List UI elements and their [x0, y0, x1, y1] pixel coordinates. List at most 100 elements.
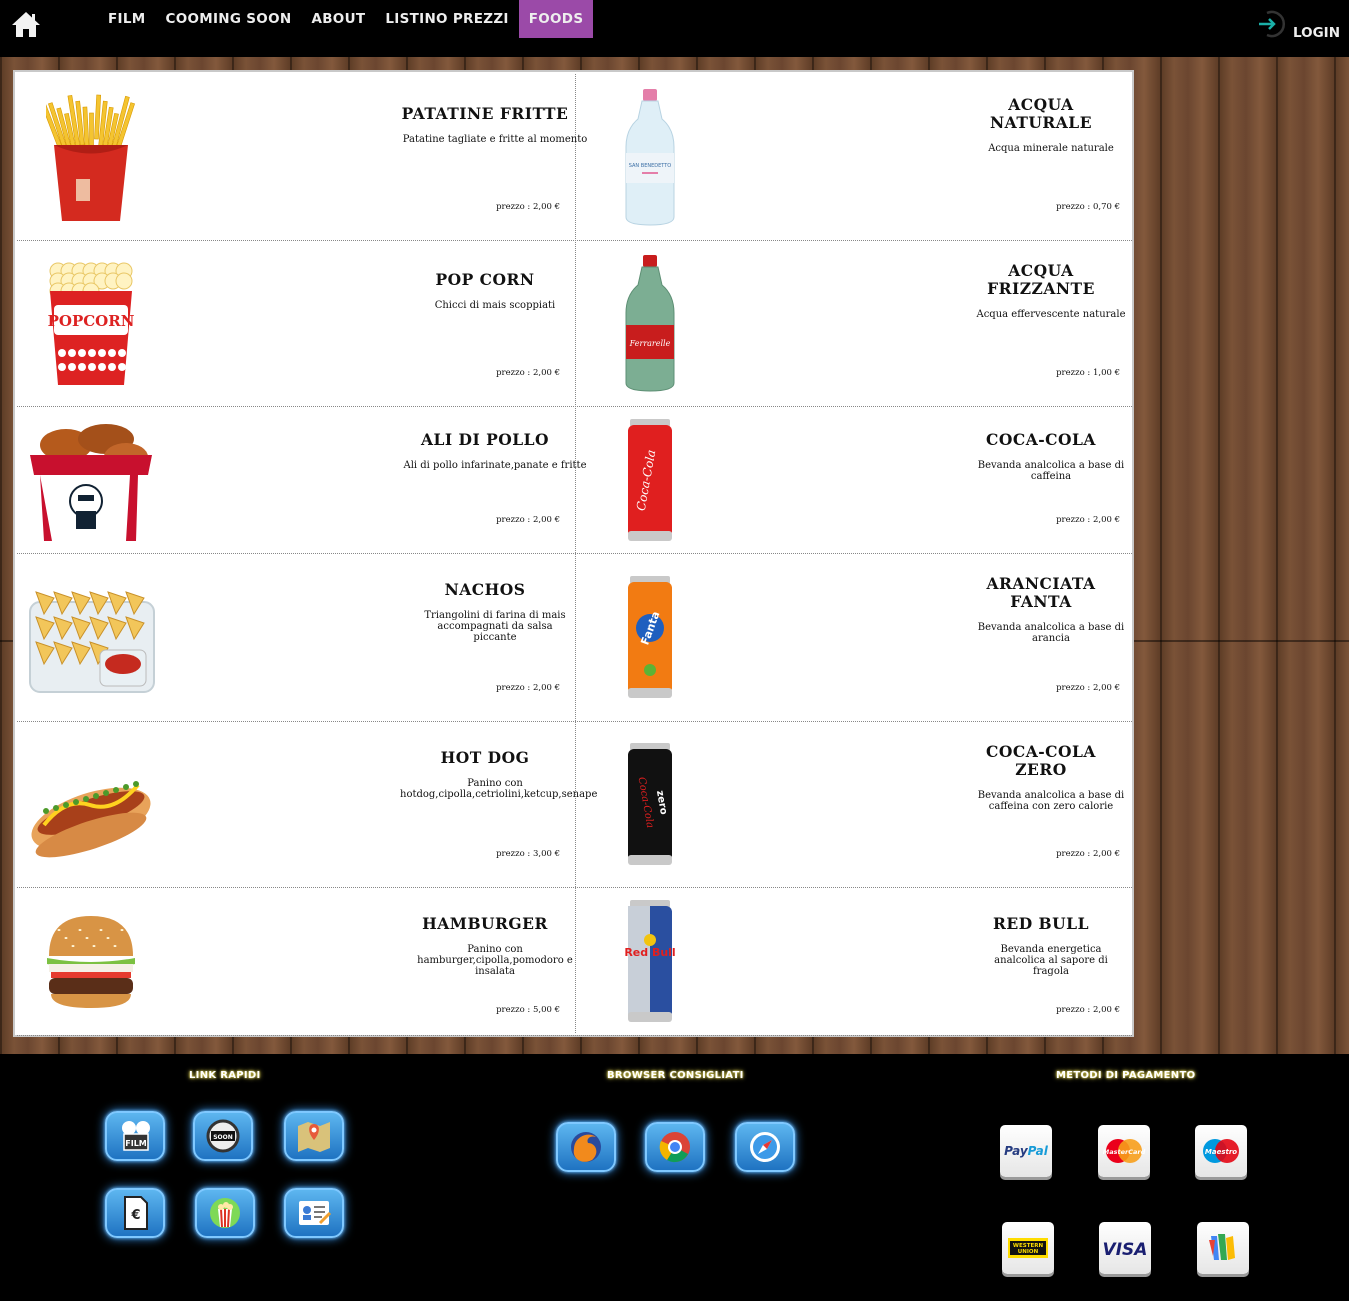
menu-item-foods[interactable]: FOODS [518, 0, 594, 38]
chicken-wings-image [26, 415, 156, 549]
drink-item: Coca-Cola COCA-COLA Bevanda analcolica a b… [576, 406, 1132, 553]
drink-description: Bevanda analcolica a base di caffeina [977, 460, 1125, 482]
food-price: prezzo : 2,00 € [496, 683, 560, 693]
popcorn-icon[interactable] [195, 1188, 255, 1238]
menu-item-listino-prezzi[interactable]: LISTINO PREZZI [375, 0, 518, 38]
drink-description: Bevanda energetica analcolica al sapore … [994, 944, 1108, 977]
svg-text:POPCORN: POPCORN [48, 312, 135, 330]
home-icon[interactable] [10, 10, 42, 40]
food-name: POP CORN [435, 270, 535, 289]
svg-text:Red Bull: Red Bull [625, 946, 675, 959]
drink-price: prezzo : 2,00 € [1056, 683, 1120, 693]
login-icon [1259, 10, 1285, 38]
drink-item: Ferrarelle ACQUA FRIZZANTE Acqua effervesc… [576, 240, 1132, 406]
coca-cola-can-image: Coca-Cola [625, 415, 675, 549]
red-bull-can-image: Red Bull [624, 896, 676, 1030]
drink-description: Acqua effervescente naturale [976, 309, 1126, 320]
footer: LINK RAPIDI BROWSER CONSIGLIATI METODI D… [0, 1054, 1349, 1301]
food-item: PATATINE FRITTE Patatine tagliate e fritt… [15, 74, 587, 240]
water-bottle-image: SAN BENEDETTO [620, 87, 680, 231]
drink-name: ACQUA FRIZZANTE [987, 261, 1095, 298]
google-wallet-logo [1197, 1222, 1249, 1274]
drink-description: Bevanda analcolica a base di caffeina co… [977, 790, 1125, 812]
login-label: LOGIN [1293, 25, 1340, 41]
row-separator [17, 1035, 1132, 1036]
svg-text:SOON: SOON [213, 1134, 233, 1141]
popcorn-image: POPCORN [36, 253, 146, 397]
menu-item-film[interactable]: FILM [98, 0, 155, 38]
food-description: Panino con hotdog,cipolla,cetriolini,ket… [400, 778, 598, 800]
link-rapidi-title: LINK RAPIDI [189, 1070, 261, 1081]
metodi-pagamento-title: METODI DI PAGAMENTO [1056, 1070, 1196, 1081]
drink-price: prezzo : 1,00 € [1056, 368, 1120, 378]
drink-name: ARANCIATA FANTA [986, 574, 1096, 611]
food-item: HOT DOG Panino con hotdog,cipolla,cetriol… [15, 721, 597, 887]
drink-price: prezzo : 2,00 € [1056, 1005, 1120, 1015]
western-union-logo: WESTERN UNION [1002, 1222, 1054, 1274]
safari-icon[interactable] [735, 1122, 795, 1172]
food-price: prezzo : 2,00 € [496, 202, 560, 212]
drink-name: COCA-COLA [986, 430, 1096, 449]
food-price: prezzo : 2,00 € [496, 515, 560, 525]
drink-price: prezzo : 2,00 € [1056, 515, 1120, 525]
mastercard-logo: MasterCard [1098, 1125, 1150, 1177]
film-reel-icon[interactable]: FILM [105, 1111, 165, 1161]
drink-name: COCA-COLA ZERO [986, 742, 1096, 779]
svg-text:VISA: VISA [1103, 1240, 1148, 1260]
food-description: Triangolini di farina di mais accompagna… [424, 610, 566, 643]
drink-name: ACQUA NATURALE [989, 95, 1093, 132]
food-price: prezzo : 3,00 € [496, 849, 560, 859]
svg-text:MasterCard: MasterCard [1103, 1148, 1146, 1156]
food-item: HAMBURGER Panino con hamburger,cipolla,po… [15, 887, 575, 1035]
food-name: ALI DI POLLO [420, 430, 550, 449]
svg-text:Ferrarelle: Ferrarelle [629, 339, 671, 348]
chrome-icon[interactable] [645, 1122, 705, 1172]
sparkling-water-bottle-image: Ferrarelle [620, 253, 680, 397]
drink-item: SAN BENEDETTO ACQUA NATURALE Acqua minera… [576, 74, 1132, 240]
drink-item: Red Bull RED BULL Bevanda energetica anal… [576, 887, 1132, 1035]
contact-form-icon[interactable] [284, 1188, 344, 1238]
fanta-can-image: Fanta [625, 572, 675, 706]
svg-text:FILM: FILM [125, 1139, 147, 1148]
price-list-icon[interactable]: € [105, 1188, 165, 1238]
food-description: Patatine tagliate e fritte al momento [402, 134, 588, 145]
coming-soon-icon[interactable]: SOON [193, 1111, 253, 1161]
svg-text:€: € [130, 1208, 140, 1223]
main-menu: FILM COOMING SOON ABOUT LISTINO PREZZI F… [98, 0, 594, 38]
visa-logo: VISA [1099, 1222, 1151, 1274]
drink-description: Bevanda analcolica a base di arancia [977, 622, 1125, 644]
food-price: prezzo : 5,00 € [496, 1005, 560, 1015]
top-navbar: FILM COOMING SOON ABOUT LISTINO PREZZI F… [0, 0, 1349, 57]
drink-price: prezzo : 2,00 € [1056, 849, 1120, 859]
login-button[interactable]: LOGIN [1256, 8, 1346, 44]
food-item: ALI DI POLLO Ali di pollo infarinate,pana… [15, 406, 587, 553]
food-name: NACHOS [444, 580, 526, 599]
svg-text:UNION: UNION [1018, 1249, 1039, 1255]
firefox-icon[interactable] [556, 1122, 616, 1172]
nachos-image [26, 572, 156, 706]
svg-text:PayPal: PayPal [1004, 1144, 1049, 1158]
hamburger-image [41, 906, 141, 1020]
coca-cola-zero-can-image: Coca-Cola zero [625, 739, 675, 873]
menu-item-about[interactable]: ABOUT [301, 0, 375, 38]
drink-name: RED BULL [993, 914, 1089, 933]
paypal-logo: PayPal [1000, 1125, 1052, 1177]
drink-price: prezzo : 0,70 € [1056, 202, 1120, 212]
svg-text:Maestro: Maestro [1205, 1148, 1237, 1156]
foods-menu-panel: PATATINE FRITTE Patatine tagliate e fritt… [13, 70, 1134, 1037]
food-price: prezzo : 2,00 € [496, 368, 560, 378]
food-description: Chicci di mais scoppiati [434, 300, 556, 311]
food-name: HOT DOG [440, 748, 530, 767]
menu-item-cooming-soon[interactable]: COOMING SOON [155, 0, 301, 38]
food-item: POPCORN POP CORN Chicci di mais scoppiati… [15, 240, 575, 406]
drink-description: Acqua minerale naturale [988, 143, 1114, 154]
food-item: NACHOS Triangolini di farina di mais acco… [15, 553, 575, 721]
map-icon[interactable] [284, 1111, 344, 1161]
food-name: PATATINE FRITTE [401, 104, 569, 123]
food-description: Ali di pollo infarinate,panate e fritte [403, 460, 587, 471]
browser-consigliati-title: BROWSER CONSIGLIATI [607, 1070, 744, 1081]
food-description: Panino con hamburger,cipolla,pomodoro e … [417, 944, 573, 977]
svg-text:SAN BENEDETTO: SAN BENEDETTO [629, 163, 672, 169]
drink-item: Coca-Cola zero COCA-COLA ZERO Bevanda anal… [576, 721, 1132, 887]
food-name: HAMBURGER [422, 914, 548, 933]
